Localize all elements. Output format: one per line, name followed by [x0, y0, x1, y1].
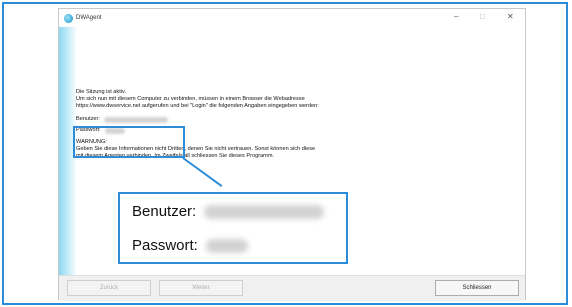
zoom-user-value-redacted [204, 204, 325, 219]
close-button[interactable]: Schliessen [435, 280, 519, 296]
minimize-button[interactable]: – [454, 12, 458, 22]
zoom-password-label: Passwort: [132, 237, 198, 254]
session-status: Die Sitzung ist aktiv. [76, 89, 126, 95]
close-window-button[interactable]: ✕ [507, 12, 514, 22]
button-bar: Zurück Weiter Schliessen [59, 275, 525, 301]
zoom-user-row: Benutzer: [132, 203, 325, 220]
zoom-user-label: Benutzer: [132, 203, 197, 220]
back-button[interactable]: Zurück [67, 280, 151, 296]
credentials-highlight-box [73, 126, 185, 158]
credentials-zoom-callout: Benutzer: Passwort: [118, 192, 348, 264]
zoom-password-row: Passwort: [132, 237, 248, 254]
user-value-redacted [103, 116, 168, 123]
instructions-url-line: https://www.dwservice.net aufgerufen und… [76, 102, 319, 109]
next-button[interactable]: Weiter [159, 280, 243, 296]
user-field-row: Benutzer: [76, 115, 461, 124]
user-label: Benutzer: [76, 116, 100, 123]
window-title: DWAgent [76, 15, 102, 21]
dwagent-app-icon [64, 13, 73, 23]
zoom-password-value-redacted [205, 238, 248, 253]
instructions-line: Um sich nun mit diesem Computer zu verbi… [76, 95, 305, 102]
maximize-button[interactable]: □ [480, 12, 485, 22]
